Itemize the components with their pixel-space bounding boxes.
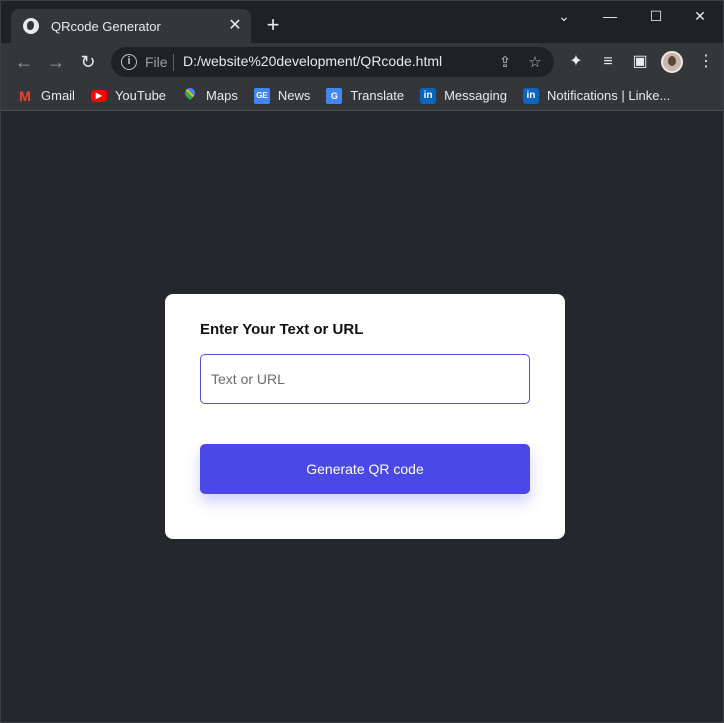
tab-strip: QRcode Generator ✕ + ⌄ — ☐ ✕ — [1, 1, 723, 43]
close-window-button[interactable]: ✕ — [677, 1, 723, 31]
generate-qr-button[interactable]: Generate QR code — [200, 444, 530, 494]
bookmark-maps[interactable]: Maps — [182, 88, 238, 104]
linkedin-icon: in — [522, 87, 539, 104]
back-button[interactable]: ← — [11, 49, 37, 75]
bookmark-label: YouTube — [114, 88, 167, 103]
new-tab-button[interactable]: + — [261, 13, 285, 37]
reload-button[interactable]: ↻ — [75, 49, 101, 75]
bookmark-star-icon[interactable]: ☆ — [524, 52, 546, 74]
bookmark-label: Translate — [350, 88, 405, 103]
media-control-icon[interactable]: ≡ — [595, 49, 621, 75]
tab-title: QRcode Generator — [51, 18, 161, 34]
form-heading: Enter Your Text or URL — [200, 321, 364, 338]
gmail-icon: M — [19, 87, 31, 104]
browser-toolbar: ← → ↻ i File D:/website%20development/QR… — [1, 43, 723, 81]
address-bar[interactable]: i File D:/website%20development/QRcode.h… — [111, 47, 554, 77]
extensions-icon[interactable]: ✦ — [563, 49, 589, 75]
tab-close-icon[interactable]: ✕ — [223, 18, 247, 34]
bookmark-notifications[interactable]: in Notifications | Linke... — [522, 87, 671, 104]
youtube-icon: ▶ — [90, 89, 107, 102]
bookmark-label: Gmail — [41, 88, 75, 103]
bookmark-label: Messaging — [444, 88, 507, 103]
menu-icon[interactable]: ⋮ — [693, 49, 719, 75]
url-scheme: File — [145, 54, 168, 70]
bookmarks-bar: M Gmail ▶ YouTube Maps GE News G Transla… — [1, 81, 723, 111]
page-content: Enter Your Text or URL Generate QR code — [1, 112, 723, 722]
url-text[interactable]: D:/website%20development/QRcode.html — [183, 53, 442, 69]
qr-form-card: Enter Your Text or URL Generate QR code — [165, 294, 565, 539]
browser-window: QRcode Generator ✕ + ⌄ — ☐ ✕ ← → ↻ i Fil… — [0, 0, 724, 723]
minimize-button[interactable]: — — [587, 1, 633, 31]
forward-button[interactable]: → — [43, 49, 69, 75]
bookmark-messaging[interactable]: in Messaging — [420, 87, 507, 104]
news-icon: GE — [253, 87, 270, 104]
bookmark-translate[interactable]: G Translate — [326, 87, 405, 104]
bookmark-label: Notifications | Linke... — [546, 88, 671, 103]
maximize-button[interactable]: ☐ — [633, 1, 679, 31]
bookmark-gmail[interactable]: M Gmail — [17, 88, 75, 104]
translate-icon: G — [326, 87, 343, 104]
omnibox-divider — [173, 54, 174, 71]
bookmark-news[interactable]: GE News — [253, 87, 311, 104]
bookmark-youtube[interactable]: ▶ YouTube — [90, 88, 167, 103]
tab-qrcode-generator[interactable]: QRcode Generator ✕ — [11, 9, 251, 43]
maps-icon — [182, 88, 198, 104]
globe-icon — [23, 18, 39, 34]
linkedin-icon: in — [420, 87, 437, 104]
bookmark-label: Maps — [206, 88, 238, 103]
share-icon[interactable]: ⇪ — [494, 52, 516, 74]
side-panel-icon[interactable]: ▣ — [627, 49, 653, 75]
info-icon[interactable]: i — [121, 54, 137, 70]
text-url-input[interactable] — [200, 354, 530, 404]
tab-search-icon[interactable]: ⌄ — [541, 1, 587, 31]
profile-avatar[interactable] — [661, 51, 683, 73]
bookmark-label: News — [277, 88, 311, 103]
